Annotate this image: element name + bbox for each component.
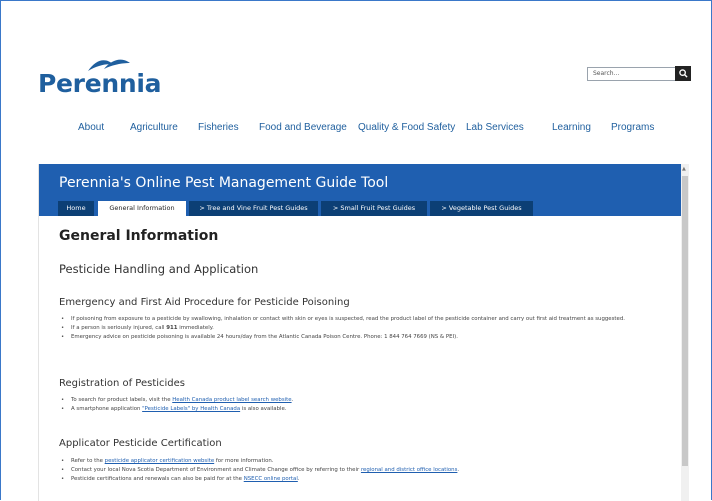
nav-fisheries[interactable]: Fisheries <box>198 122 239 133</box>
nav-lab-services[interactable]: Lab Services <box>466 122 524 133</box>
health-canada-label-search-link[interactable]: Health Canada product label search websi… <box>172 397 291 403</box>
search-icon <box>678 69 688 78</box>
list-item: Refer to the pesticide applicator certif… <box>61 457 671 466</box>
tool-title: Perennia's Online Pest Management Guide … <box>59 175 389 191</box>
regional-office-locations-link[interactable]: regional and district office locations <box>361 467 457 473</box>
content-scrollbar[interactable]: ▲ <box>681 164 689 501</box>
logo-text: Perennia <box>38 69 162 98</box>
tab-general-information[interactable]: General Information <box>98 201 186 216</box>
certification-heading: Applicator Pesticide Certification <box>59 438 222 449</box>
scroll-thumb[interactable] <box>682 176 688 466</box>
content-panel: Perennia's Online Pest Management Guide … <box>38 164 682 501</box>
scroll-up-icon[interactable]: ▲ <box>682 166 686 172</box>
list-item: Pesticide certifications and renewals ca… <box>61 475 671 484</box>
nav-about[interactable]: About <box>78 122 104 133</box>
tab-vegetable[interactable]: > Vegetable Pest Guides <box>430 201 533 216</box>
list-item: A smartphone application "Pesticide Labe… <box>61 405 671 414</box>
page-title: General Information <box>59 228 219 244</box>
certification-website-link[interactable]: pesticide applicator certification websi… <box>105 458 215 464</box>
list-item: To search for product labels, visit the … <box>61 396 671 405</box>
nsecc-portal-link[interactable]: NSECC online portal <box>244 476 298 482</box>
tab-tree-and-vine-fruit[interactable]: > Tree and Vine Fruit Pest Guides <box>189 201 318 216</box>
nav-quality-food-safety[interactable]: Quality & Food Safety <box>358 122 455 133</box>
perennia-logo[interactable]: Perennia <box>38 55 162 98</box>
search-input[interactable]: Search... <box>587 67 676 81</box>
emergency-heading: Emergency and First Aid Procedure for Pe… <box>59 297 350 308</box>
nav-learning[interactable]: Learning <box>552 122 591 133</box>
nav-food-and-beverage[interactable]: Food and Beverage <box>259 122 347 133</box>
list-item: Contact your local Nova Scotia Departmen… <box>61 466 671 475</box>
list-item: Emergency advice on pesticide poisoning … <box>61 333 671 342</box>
pesticide-labels-app-link[interactable]: "Pesticide Labels" by Health Canada <box>142 406 240 412</box>
search-placeholder: Search... <box>593 70 620 77</box>
section-title: Pesticide Handling and Application <box>59 262 259 276</box>
list-item: If a person is seriously injured, call 9… <box>61 324 671 333</box>
registration-list: To search for product labels, visit the … <box>61 396 671 414</box>
certification-list: Refer to the pesticide applicator certif… <box>61 457 671 484</box>
list-item: If poisoning from exposure to a pesticid… <box>61 315 671 324</box>
tool-header: Perennia's Online Pest Management Guide … <box>39 164 682 216</box>
emergency-list: If poisoning from exposure to a pesticid… <box>61 315 671 342</box>
search-button[interactable] <box>675 66 691 81</box>
emergency-number: 911 <box>166 324 178 331</box>
registration-heading: Registration of Pesticides <box>59 378 186 389</box>
nav-agriculture[interactable]: Agriculture <box>130 122 178 133</box>
main-navigation: About Agriculture Fisheries Food and Bev… <box>0 122 712 136</box>
nav-programs[interactable]: Programs <box>611 122 654 133</box>
tab-small-fruit[interactable]: > Small Fruit Pest Guides <box>321 201 427 216</box>
tab-home[interactable]: Home <box>58 201 94 216</box>
